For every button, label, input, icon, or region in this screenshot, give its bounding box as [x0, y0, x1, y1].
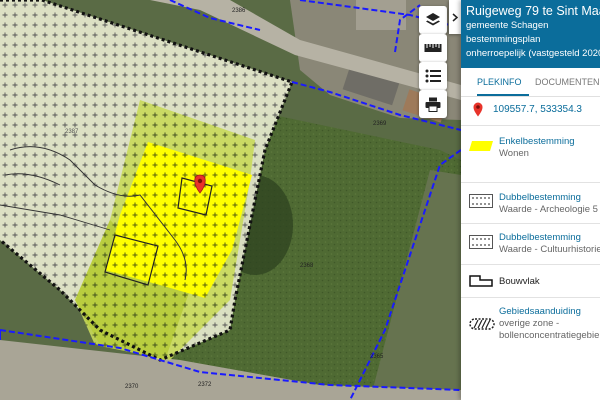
coordinates-text: 109557.7, 533354.3 — [493, 104, 582, 115]
legend-title: Dubbelbestemming — [499, 192, 581, 203]
panel-title: Ruigeweg 79 te Sint Maarten — [466, 4, 600, 18]
legend-item-wonen[interactable]: Enkelbestemming Wonen — [461, 134, 600, 162]
map-view[interactable]: 2386 2387 2369 2368 2365 2370 2372 — [0, 0, 461, 400]
print-icon — [425, 97, 441, 112]
parcel-label: 2365 — [370, 354, 384, 360]
legend-item-cultuurhistorie[interactable]: Dubbelbestemming Waarde - Cultuurhistori… — [461, 230, 600, 258]
divider — [461, 223, 600, 224]
tab-plekinfo[interactable]: PLEKINFO — [477, 68, 529, 96]
measure-ruler-icon — [424, 44, 442, 52]
legend-title: Bouwvlak — [499, 276, 540, 287]
legend-title: Gebiedsaanduiding — [499, 306, 581, 317]
divider — [461, 182, 600, 183]
collapse-panel-button[interactable] — [449, 0, 461, 34]
plan-status-text: onherroepelijk (vastgesteld 2020 — [466, 48, 600, 59]
legend-subtitle: Wonen — [499, 148, 529, 159]
parcel-label: 2386 — [232, 8, 246, 14]
legend-list-icon — [425, 69, 441, 83]
hatched-area-swatch-icon — [469, 318, 495, 330]
legend-item-bouwvlak[interactable]: Bouwvlak — [461, 272, 600, 294]
info-panel: Ruigeweg 79 te Sint Maarten gemeente Sch… — [461, 0, 600, 400]
parcel-label: 2370 — [125, 384, 139, 390]
parcel-label: 2372 — [198, 382, 212, 388]
legend-item-gebiedsaanduiding[interactable]: Gebiedsaanduiding overige zone - bollenc… — [461, 305, 600, 345]
yellow-area-swatch-icon — [469, 141, 493, 151]
bouwvlak-outline-swatch-icon — [469, 275, 493, 287]
legend-title: Enkelbestemming — [499, 136, 575, 147]
layers-button[interactable] — [419, 6, 447, 34]
parcel-label: 2368 — [300, 263, 314, 269]
legend-subtitle: Waarde - Archeologie 5 — [499, 204, 598, 215]
municipality-text: gemeente Schagen — [466, 20, 549, 31]
divider — [461, 125, 600, 126]
layers-icon — [426, 13, 440, 26]
legend-title: Dubbelbestemming — [499, 232, 581, 243]
tab-documenten[interactable]: DOCUMENTEN — [535, 68, 600, 96]
chevron-right-icon — [452, 12, 458, 22]
coordinates-row: 109557.7, 533354.3 — [461, 100, 600, 120]
divider — [461, 297, 600, 298]
legend-subtitle: Waarde - Cultuurhistorie — [499, 244, 600, 255]
dotted-area-swatch-icon — [469, 235, 493, 249]
panel-header: Ruigeweg 79 te Sint Maarten gemeente Sch… — [461, 0, 600, 68]
legend-button[interactable] — [419, 62, 447, 90]
print-button[interactable] — [419, 90, 447, 118]
divider — [461, 264, 600, 265]
parcel-label: 2369 — [373, 121, 387, 127]
legend-item-archeologie[interactable]: Dubbelbestemming Waarde - Archeologie 5 — [461, 190, 600, 218]
legend-subtitle: overige zone - — [499, 318, 560, 329]
legend-subtitle-2: bollenconcentratiegebie — [499, 330, 600, 341]
dotted-area-swatch-icon — [469, 194, 493, 208]
parcel-label: 2387 — [65, 129, 79, 135]
map-pin-icon — [473, 102, 483, 117]
panel-tabs: PLEKINFO DOCUMENTEN — [461, 68, 600, 97]
aerial-roof — [356, 0, 406, 30]
measure-button[interactable] — [419, 34, 447, 62]
plan-type-text: bestemmingsplan — [466, 34, 541, 45]
